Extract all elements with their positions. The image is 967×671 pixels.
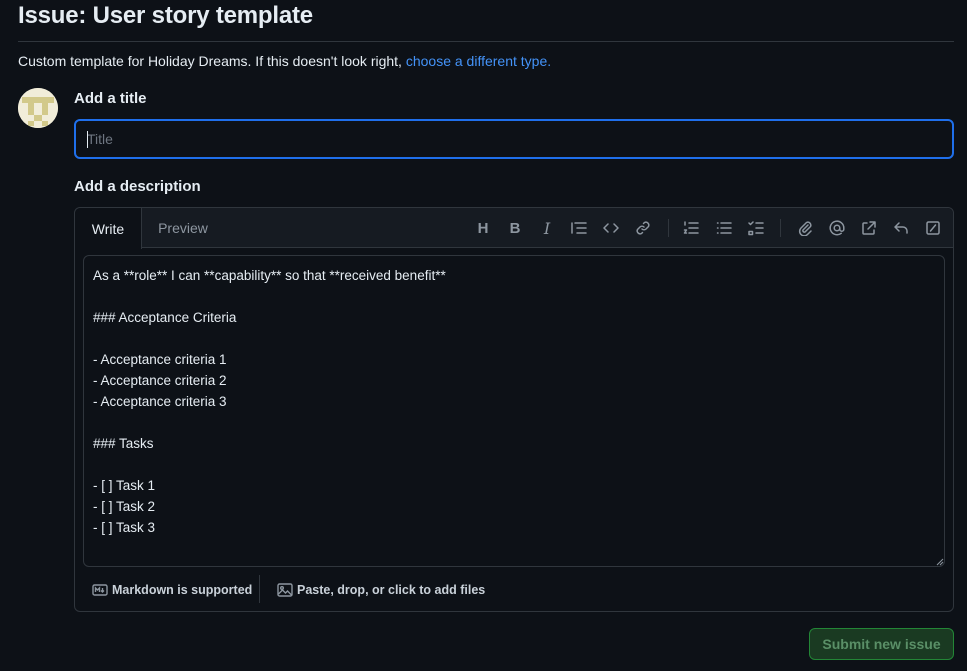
reply-icon[interactable] [891, 218, 911, 238]
description-label: Add a description [74, 178, 201, 195]
attach-icon[interactable] [795, 218, 815, 238]
new-issue-page: Issue: User story template Custom templa… [0, 0, 967, 671]
tab-write[interactable]: Write [75, 208, 142, 249]
italic-glyph: I [543, 218, 551, 238]
bold-glyph: B [509, 219, 521, 237]
toolbar-divider [668, 219, 669, 237]
template-notice: Custom template for Holiday Dreams. If t… [18, 53, 551, 69]
add-files-label: Paste, drop, or click to add files [297, 583, 486, 597]
markdown-supported-link[interactable]: Markdown is supported [92, 580, 252, 600]
submit-new-issue-button[interactable]: Submit new issue [809, 628, 954, 660]
template-notice-text: Custom template for Holiday Dreams. If t… [18, 53, 406, 69]
slash-command-icon[interactable] [923, 218, 943, 238]
toolbar-divider [780, 219, 781, 237]
editor-toolbar: Write Preview H B I [75, 208, 953, 249]
quote-icon[interactable] [569, 218, 589, 238]
reference-icon[interactable] [859, 218, 879, 238]
title-label: Add a title [74, 90, 147, 107]
page-title: Issue: User story template [18, 2, 313, 29]
title-input[interactable] [74, 119, 954, 159]
unordered-list-icon[interactable] [714, 218, 734, 238]
avatar-identicon-icon [18, 88, 58, 128]
markdown-supported-label: Markdown is supported [112, 583, 253, 597]
description-editor: Write Preview H B I As a **role** I can … [74, 207, 954, 612]
footer-divider [259, 575, 260, 603]
text-caret [87, 131, 88, 148]
code-icon[interactable] [601, 218, 621, 238]
add-files-button[interactable]: Paste, drop, or click to add files [277, 580, 485, 600]
italic-icon[interactable]: I [537, 218, 557, 238]
tab-preview[interactable]: Preview [142, 208, 224, 248]
mention-icon[interactable] [827, 218, 847, 238]
link-icon[interactable] [633, 218, 653, 238]
image-icon [277, 583, 293, 597]
markdown-icon [92, 584, 108, 596]
title-divider [18, 41, 954, 42]
resize-handle-icon[interactable] [936, 558, 944, 566]
description-textarea[interactable]: As a **role** I can **capability** so th… [83, 255, 945, 567]
heading-glyph: H [477, 219, 489, 237]
numbered-list-icon[interactable] [681, 218, 701, 238]
task-list-icon[interactable] [746, 218, 766, 238]
avatar[interactable] [18, 88, 58, 128]
choose-different-type-link[interactable]: choose a different type. [406, 53, 551, 69]
heading-icon[interactable]: H [473, 218, 493, 238]
bold-icon[interactable]: B [505, 218, 525, 238]
